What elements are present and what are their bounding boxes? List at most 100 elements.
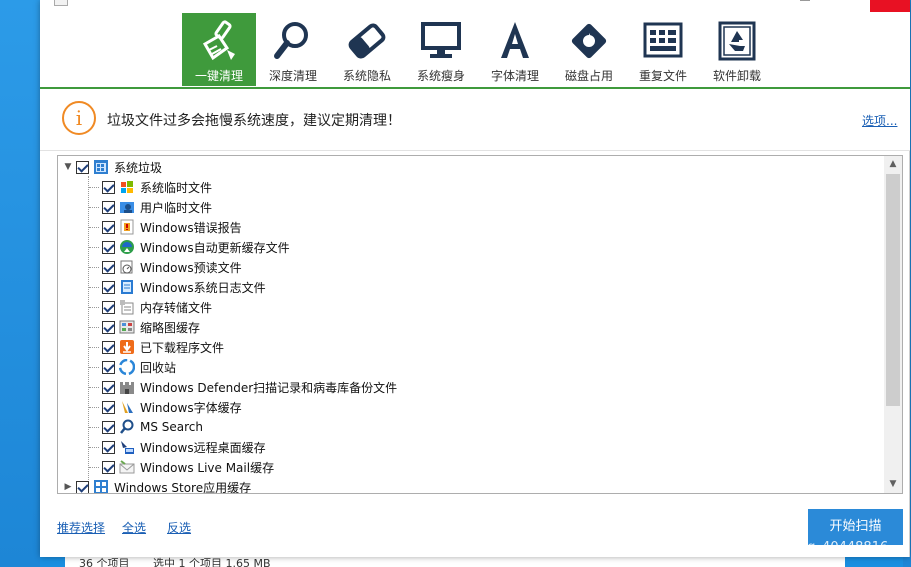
tree-branch bbox=[89, 467, 99, 468]
item-checkbox[interactable] bbox=[102, 360, 115, 374]
tab-system-privacy[interactable]: 系统隐私 bbox=[330, 13, 404, 86]
item-checkbox[interactable] bbox=[102, 320, 115, 334]
item-checkbox[interactable] bbox=[102, 420, 115, 434]
tree-item[interactable]: 已下载程序文件 bbox=[102, 337, 224, 357]
tab-disk-usage[interactable]: 磁盘占用 bbox=[552, 13, 626, 86]
item-label: Windows预读文件 bbox=[140, 260, 242, 275]
tab-uninstall[interactable]: 软件卸载 bbox=[700, 13, 774, 86]
collapse-chevron-icon[interactable]: ▼ bbox=[62, 161, 74, 173]
app-icon bbox=[54, 0, 68, 6]
options-link[interactable]: 选项... bbox=[862, 112, 897, 129]
tab-label: 软件卸载 bbox=[712, 69, 761, 83]
magnifier-icon bbox=[271, 20, 315, 62]
tree-root-label: Windows Store应用缓存 bbox=[114, 480, 252, 494]
tree-root-store-cache[interactable]: ▶ Windows Store应用缓存 bbox=[62, 477, 252, 494]
tree-item[interactable]: MS Search bbox=[102, 417, 203, 437]
eraser-icon bbox=[345, 20, 389, 62]
tab-label: 重复文件 bbox=[638, 69, 687, 83]
tree-branch bbox=[89, 187, 99, 188]
title-bar bbox=[40, 0, 910, 12]
remote-desktop-icon bbox=[119, 439, 135, 455]
root-checkbox[interactable] bbox=[76, 480, 89, 493]
tree-item[interactable]: Windows错误报告 bbox=[102, 217, 242, 237]
item-label: 已下载程序文件 bbox=[140, 340, 225, 355]
item-checkbox[interactable] bbox=[102, 260, 115, 274]
tree-item[interactable]: Windows字体缓存 bbox=[102, 397, 242, 417]
item-checkbox[interactable] bbox=[102, 460, 115, 474]
clean-items-tree: ▼ 系统垃圾 系统临时文件 用户临时文件 Windows错误报告 Windows… bbox=[57, 155, 903, 494]
scroll-down-icon[interactable]: ▼ bbox=[884, 476, 902, 493]
recommend-select-link[interactable]: 推荐选择 bbox=[57, 519, 105, 536]
tree-branch bbox=[89, 287, 99, 288]
memory-dump-icon bbox=[119, 299, 135, 315]
watermark: https://blog.csdn.net/qq_40448816 bbox=[660, 540, 889, 555]
tree-branch bbox=[89, 247, 99, 248]
item-checkbox[interactable] bbox=[102, 220, 115, 234]
item-checkbox[interactable] bbox=[102, 440, 115, 454]
tree-item[interactable]: Windows自动更新缓存文件 bbox=[102, 237, 290, 257]
minimize-button[interactable] bbox=[798, 0, 812, 4]
tree-item[interactable]: Windows Live Mail缓存 bbox=[102, 457, 274, 477]
expand-chevron-icon[interactable]: ▶ bbox=[62, 481, 74, 493]
tree-guide-line bbox=[88, 176, 89, 488]
item-checkbox[interactable] bbox=[102, 300, 115, 314]
item-label: Windows自动更新缓存文件 bbox=[140, 240, 290, 255]
item-checkbox[interactable] bbox=[102, 280, 115, 294]
banner-message: 垃圾文件过多会拖慢系统速度，建议定期清理！ bbox=[107, 113, 401, 129]
cleaner-window: 一键清理 深度清理 系统隐私 系统瘦身 字体清理 磁盘占用 重复文件 软件卸载 … bbox=[40, 0, 910, 557]
tab-label: 系统隐私 bbox=[342, 69, 391, 83]
search-icon bbox=[119, 419, 135, 435]
scroll-up-icon[interactable]: ▲ bbox=[884, 156, 902, 173]
warning-icon: i bbox=[62, 101, 96, 135]
tab-duplicate-files[interactable]: 重复文件 bbox=[626, 13, 700, 86]
root-checkbox[interactable] bbox=[76, 160, 89, 174]
tree-item[interactable]: Windows Defender扫描记录和病毒库备份文件 bbox=[102, 377, 397, 397]
item-label: Windows系统日志文件 bbox=[140, 280, 266, 295]
tree-item[interactable]: Windows预读文件 bbox=[102, 257, 242, 277]
item-label: MS Search bbox=[140, 420, 204, 434]
tab-label: 一键清理 bbox=[194, 69, 243, 83]
tab-font-clean[interactable]: 字体清理 bbox=[478, 13, 552, 86]
recycle-icon bbox=[715, 20, 759, 62]
windows-update-icon bbox=[119, 239, 135, 255]
tree-root-system-junk[interactable]: ▼ 系统垃圾 bbox=[62, 157, 162, 177]
windows-window-icon bbox=[93, 159, 109, 175]
select-all-link[interactable]: 全选 bbox=[122, 519, 146, 536]
item-checkbox[interactable] bbox=[102, 380, 115, 394]
tab-system-slim[interactable]: 系统瘦身 bbox=[404, 13, 478, 86]
item-checkbox[interactable] bbox=[102, 340, 115, 354]
tree-item[interactable]: Windows远程桌面缓存 bbox=[102, 437, 266, 457]
item-label: Windows错误报告 bbox=[140, 220, 242, 235]
tree-item[interactable]: Windows系统日志文件 bbox=[102, 277, 266, 297]
tab-deep-clean[interactable]: 深度清理 bbox=[256, 13, 330, 86]
tree-item[interactable]: 内存转储文件 bbox=[102, 297, 212, 317]
tab-one-click-clean[interactable]: 一键清理 bbox=[182, 13, 256, 86]
tab-label: 磁盘占用 bbox=[564, 69, 613, 83]
tree-item[interactable]: 回收站 bbox=[102, 357, 176, 377]
log-file-icon bbox=[119, 279, 135, 295]
toolbar: 一键清理 深度清理 系统隐私 系统瘦身 字体清理 磁盘占用 重复文件 软件卸载 bbox=[40, 12, 910, 88]
close-button[interactable] bbox=[870, 0, 910, 12]
tree-branch bbox=[89, 407, 99, 408]
item-checkbox[interactable] bbox=[102, 180, 115, 194]
scroll-thumb[interactable] bbox=[886, 174, 900, 406]
user-folder-icon bbox=[119, 199, 135, 215]
item-label: Windows Defender扫描记录和病毒库备份文件 bbox=[140, 380, 398, 395]
broom-icon bbox=[197, 20, 241, 62]
invert-select-link[interactable]: 反选 bbox=[167, 519, 191, 536]
item-checkbox[interactable] bbox=[102, 240, 115, 254]
font-cache-icon bbox=[119, 399, 135, 415]
monitor-icon bbox=[419, 20, 463, 62]
defender-castle-icon bbox=[119, 379, 135, 395]
item-label: 内存转储文件 bbox=[140, 300, 213, 315]
tree-branch bbox=[89, 267, 99, 268]
download-icon bbox=[119, 339, 135, 355]
tree-item[interactable]: 缩略图缓存 bbox=[102, 317, 200, 337]
tree-item[interactable]: 系统临时文件 bbox=[102, 177, 212, 197]
item-checkbox[interactable] bbox=[102, 200, 115, 214]
item-checkbox[interactable] bbox=[102, 400, 115, 414]
item-label: 系统临时文件 bbox=[140, 180, 213, 195]
tree-branch bbox=[89, 387, 99, 388]
tree-scrollbar[interactable]: ▲ ▼ bbox=[884, 156, 902, 493]
tree-item[interactable]: 用户临时文件 bbox=[102, 197, 212, 217]
